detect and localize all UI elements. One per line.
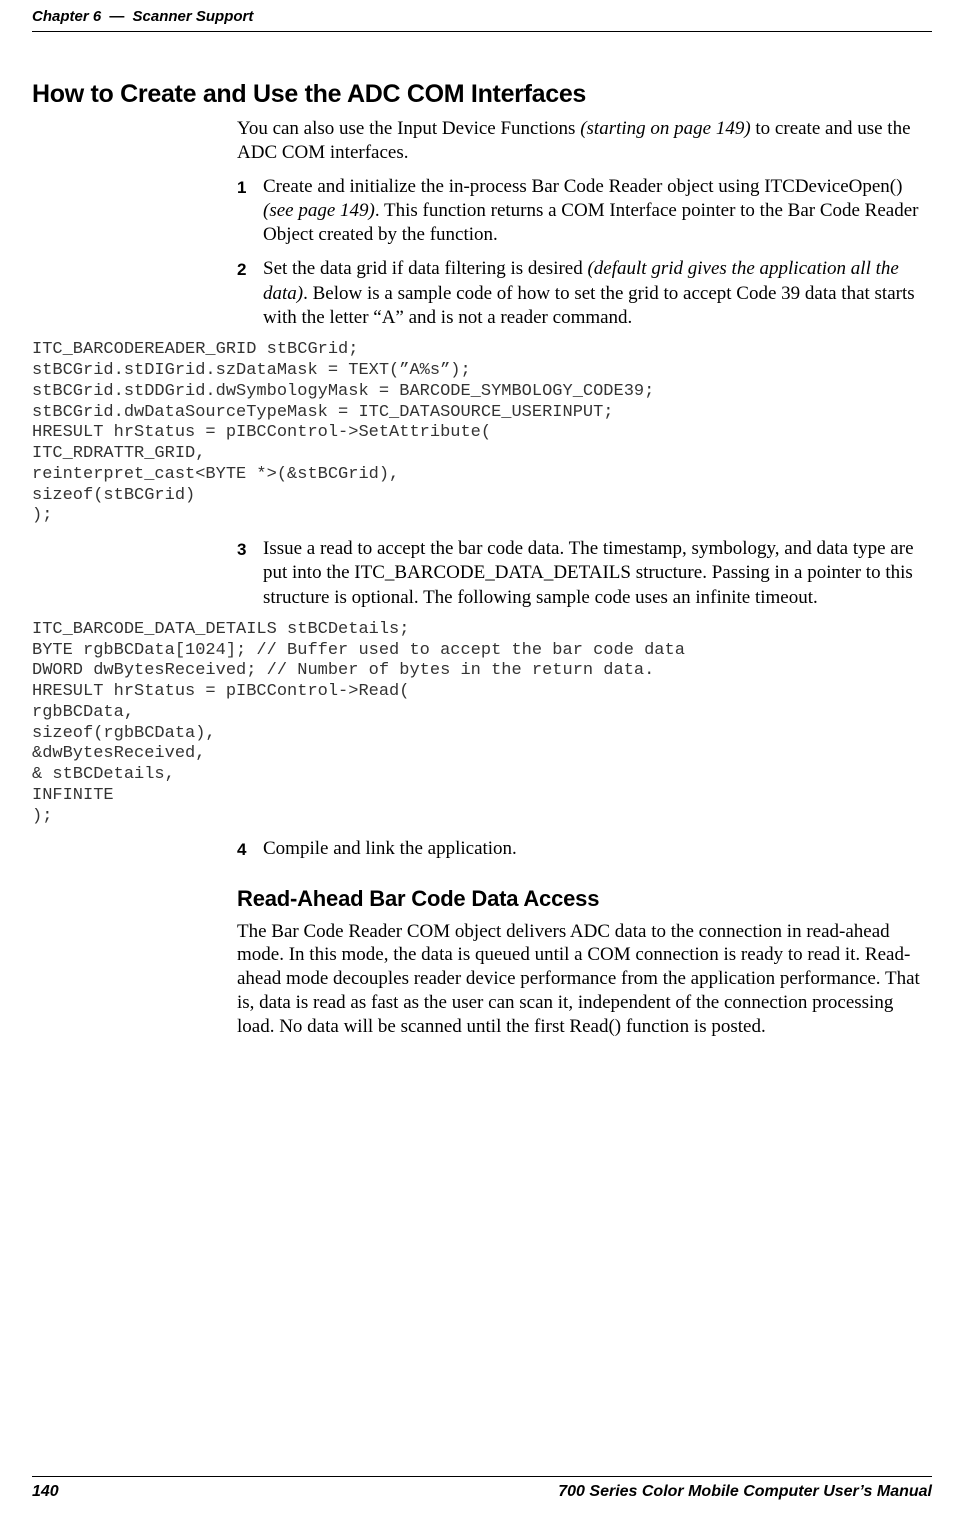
step-2-post: . Below is a sample code of how to set t… <box>263 283 915 328</box>
subsection-body: The Bar Code Reader COM object delivers … <box>237 920 932 1039</box>
chapter-label: Chapter 6 <box>32 8 101 25</box>
intro-pre: You can also use the Input Device Functi… <box>237 118 580 139</box>
intro-paragraph: You can also use the Input Device Functi… <box>237 117 932 165</box>
step-1-italic: (see page 149) <box>263 200 375 221</box>
manual-title: 700 Series Color Mobile Computer User’s … <box>558 1483 932 1501</box>
step-number: 3 <box>237 539 246 561</box>
steps-list-2: 3 Issue a read to accept the bar code da… <box>237 537 932 610</box>
steps-list-3: 4 Compile and link the application. <box>237 837 932 861</box>
subsection-heading: Read-Ahead Bar Code Data Access <box>237 886 932 912</box>
code-block-1: ITC_BARCODEREADER_GRID stBCGrid; stBCGri… <box>32 340 932 527</box>
step-2-pre: Set the data grid if data filtering is d… <box>263 258 587 279</box>
steps-list-1: 1 Create and initialize the in-process B… <box>237 175 932 331</box>
step-4-text: Compile and link the application. <box>263 838 517 859</box>
step-3-text: Issue a read to accept the bar code data… <box>263 538 914 608</box>
page-footer: 140 700 Series Color Mobile Computer Use… <box>32 1476 932 1501</box>
step-3: 3 Issue a read to accept the bar code da… <box>237 537 932 610</box>
step-number: 4 <box>237 839 246 861</box>
page-header: Chapter 6 — Scanner Support <box>32 0 932 32</box>
intro-italic: (starting on page 149) <box>580 118 750 139</box>
step-2: 2 Set the data grid if data filtering is… <box>237 257 932 330</box>
section-heading: How to Create and Use the ADC COM Interf… <box>32 80 932 109</box>
step-1: 1 Create and initialize the in-process B… <box>237 175 932 248</box>
page-number: 140 <box>32 1483 59 1501</box>
step-number: 2 <box>237 259 246 281</box>
chapter-title: Scanner Support <box>133 8 254 25</box>
step-1-pre: Create and initialize the in-process Bar… <box>263 176 902 197</box>
step-4: 4 Compile and link the application. <box>237 837 932 861</box>
code-block-2: ITC_BARCODE_DATA_DETAILS stBCDetails; BY… <box>32 620 932 827</box>
header-separator: — <box>105 8 128 25</box>
step-number: 1 <box>237 177 246 199</box>
